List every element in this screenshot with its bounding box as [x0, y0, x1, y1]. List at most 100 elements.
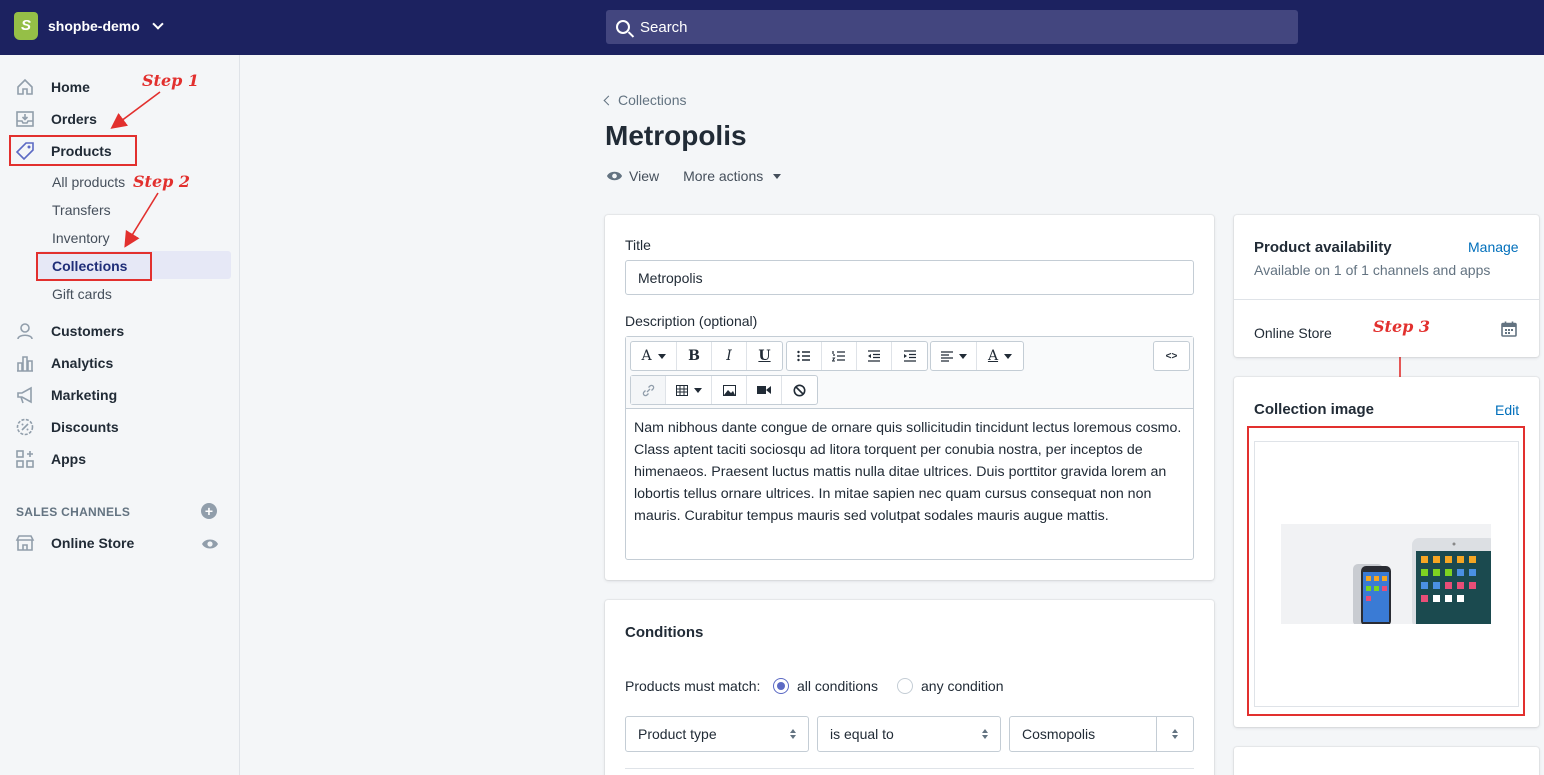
- more-actions-button[interactable]: More actions: [683, 168, 782, 184]
- sidebar-item-apps[interactable]: Apps: [14, 446, 86, 472]
- divider: [625, 768, 1194, 769]
- sidebar-item-customers[interactable]: Customers: [14, 318, 124, 344]
- clear-formatting-icon: [793, 384, 806, 396]
- sidebar-item-analytics[interactable]: Analytics: [14, 350, 113, 376]
- numbered-list-button[interactable]: [822, 342, 857, 370]
- condition-field-value: Product type: [638, 726, 717, 742]
- home-icon: [14, 77, 36, 97]
- numbered-list-icon: [832, 351, 845, 362]
- underline-button[interactable]: U: [747, 342, 782, 370]
- page-title: Metropolis: [605, 120, 747, 151]
- condition-value: Cosmopolis: [1022, 726, 1096, 742]
- divider: [1234, 299, 1539, 300]
- chevron-down-icon: [152, 18, 164, 30]
- page-actions: View More actions: [606, 168, 782, 184]
- availability-heading: Product availability: [1254, 239, 1392, 256]
- step1-highlight-box: [9, 135, 137, 166]
- sidebar-item-discounts[interactable]: Discounts: [14, 414, 119, 440]
- align-button[interactable]: [931, 342, 977, 370]
- description-editor: A B I U A <> Nam nibhous dante congue de…: [625, 336, 1194, 560]
- radio-button[interactable]: [897, 678, 913, 694]
- sidebar-item-orders[interactable]: Orders: [14, 106, 97, 132]
- text-color-button[interactable]: A: [977, 342, 1023, 370]
- outdent-icon: [868, 350, 880, 362]
- more-actions-label: More actions: [683, 168, 764, 184]
- search-icon: [616, 20, 630, 34]
- store-switcher[interactable]: shopbe-demo: [14, 12, 164, 40]
- bullet-list-icon: [797, 350, 810, 362]
- clear-formatting-button[interactable]: [782, 376, 817, 404]
- select-arrows-icon: [982, 729, 988, 739]
- indent-icon: [903, 350, 916, 362]
- sidebar-item-label: Marketing: [51, 387, 118, 403]
- search-bar[interactable]: [606, 10, 1298, 44]
- condition-operator-value: is equal to: [830, 726, 894, 742]
- condition-field-select[interactable]: Product type: [625, 716, 809, 752]
- image-icon: [722, 384, 736, 396]
- insert-link-button[interactable]: [631, 376, 666, 404]
- italic-button[interactable]: I: [712, 342, 747, 370]
- insert-image-button[interactable]: [712, 376, 747, 404]
- breadcrumb[interactable]: Collections: [603, 92, 686, 108]
- condition-value-input[interactable]: Cosmopolis: [1009, 716, 1194, 752]
- add-sales-channel-icon[interactable]: +: [201, 503, 217, 519]
- select-arrows-icon: [790, 729, 796, 739]
- view-store-eye-icon[interactable]: [201, 537, 219, 556]
- title-input[interactable]: Metropolis: [625, 260, 1194, 295]
- alignment-group: A: [930, 341, 1024, 371]
- bar-chart-icon: [14, 353, 36, 373]
- insert-table-button[interactable]: [666, 376, 712, 404]
- step2-annotation: Step 2: [133, 172, 191, 191]
- value-stepper[interactable]: [1156, 717, 1193, 751]
- insert-video-button[interactable]: [747, 376, 782, 404]
- store-name: shopbe-demo: [48, 18, 140, 34]
- view-button[interactable]: View: [606, 168, 659, 184]
- sidebar-subitem-transfers[interactable]: Transfers: [52, 202, 111, 218]
- conditions-heading: Conditions: [625, 624, 704, 641]
- edit-image-link[interactable]: Edit: [1495, 402, 1519, 418]
- show-html-button[interactable]: <>: [1154, 342, 1189, 370]
- sidebar-item-online-store[interactable]: Online Store: [14, 530, 134, 556]
- insert-group: [630, 375, 818, 405]
- person-icon: [14, 321, 36, 341]
- online-store-channel: Online Store: [1254, 325, 1332, 341]
- radio-button-selected[interactable]: [773, 678, 789, 694]
- match-label: Products must match:: [625, 678, 761, 694]
- list-group: [786, 341, 928, 371]
- sidebar-subitem-gift-cards[interactable]: Gift cards: [52, 286, 112, 302]
- select-arrows-icon: [1172, 729, 1178, 739]
- shopify-logo-icon: [14, 12, 38, 40]
- view-label: View: [629, 168, 660, 184]
- sidebar-item-label: Analytics: [51, 355, 114, 371]
- calendar-icon[interactable]: [1501, 321, 1517, 342]
- indent-button[interactable]: [892, 342, 927, 370]
- search-input[interactable]: [640, 18, 1240, 36]
- orders-icon: [14, 109, 36, 129]
- bold-button[interactable]: B: [677, 342, 712, 370]
- sidebar-item-marketing[interactable]: Marketing: [14, 382, 117, 408]
- table-icon: [675, 384, 688, 396]
- outdent-button[interactable]: [857, 342, 892, 370]
- description-text[interactable]: Nam nibhous dante congue de ornare quis …: [634, 417, 1184, 527]
- radio-all-conditions[interactable]: all conditions: [773, 678, 878, 694]
- font-size-button[interactable]: A: [631, 342, 677, 370]
- sidebar-item-home[interactable]: Home: [14, 74, 90, 100]
- radio-any-condition[interactable]: any condition: [897, 678, 1004, 694]
- sidebar-subitem-inventory[interactable]: Inventory: [52, 230, 110, 246]
- discount-badge-icon: [14, 417, 36, 437]
- sales-channels-heading: SALES CHANNELS: [16, 505, 131, 519]
- manage-link[interactable]: Manage: [1468, 239, 1519, 255]
- apps-grid-icon: [14, 449, 36, 469]
- availability-subtitle: Available on 1 of 1 channels and apps: [1254, 262, 1491, 278]
- bullet-list-button[interactable]: [787, 342, 822, 370]
- sidebar-item-label: Home: [51, 79, 90, 95]
- condition-operator-select[interactable]: is equal to: [817, 716, 1001, 752]
- back-chevron-icon: [603, 95, 614, 105]
- sidebar-item-label: Orders: [51, 111, 97, 127]
- editor-toolbar: A B I U A <>: [626, 337, 1193, 409]
- align-left-icon: [940, 350, 953, 362]
- sidebar-subitem-all-products[interactable]: All products: [52, 174, 125, 190]
- collection-image-heading: Collection image: [1254, 401, 1375, 418]
- sidebar-item-label: Customers: [51, 323, 125, 339]
- description-label: Description (optional): [625, 313, 758, 329]
